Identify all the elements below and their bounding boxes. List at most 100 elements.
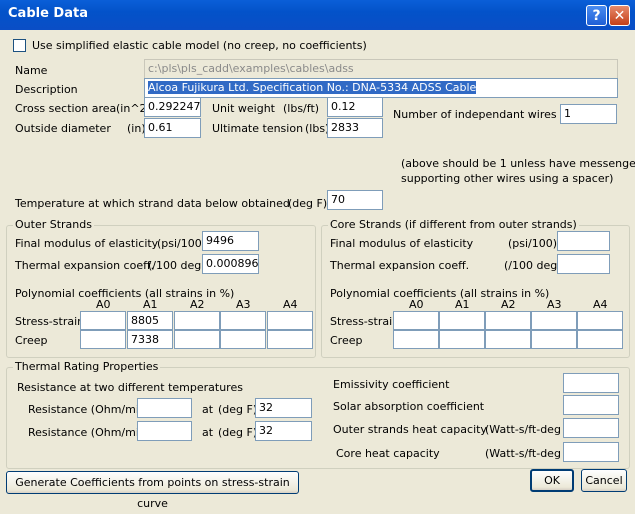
outer-modulus-label: Final modulus of elasticity xyxy=(15,237,159,250)
description-label: Description xyxy=(15,83,78,96)
outer-heat-capacity-field[interactable] xyxy=(563,418,619,438)
outer-strands-title: Outer Strands xyxy=(13,218,94,231)
dialog-body: Use simplified elastic cable model (no c… xyxy=(3,30,635,510)
outer-stress-strain-a4[interactable] xyxy=(267,311,313,330)
core-stress-strain-a1[interactable] xyxy=(439,311,485,330)
outer-stress-strain-a2[interactable] xyxy=(174,311,220,330)
ultimate-tension-field[interactable]: 2833 xyxy=(327,118,383,138)
resistance1-at: at xyxy=(202,403,214,416)
resistance2-field[interactable] xyxy=(137,421,192,441)
core-creep-a0[interactable] xyxy=(393,330,439,349)
core-modulus-unit: (psi/100) xyxy=(508,237,558,250)
help-button[interactable]: ? xyxy=(586,5,607,26)
core-strands-group: Core Strands (if different from outer st… xyxy=(321,218,630,358)
name-field: c:\pls\pls_cadd\examples\cables\adss xyxy=(144,59,618,79)
outer-stress-strain-a3[interactable] xyxy=(220,311,266,330)
cross-section-label: Cross section area xyxy=(15,102,117,115)
core-thermal-unit: (/100 deg) xyxy=(504,259,562,272)
core-heat-capacity-field[interactable] xyxy=(563,442,619,462)
outer-creep-a0[interactable] xyxy=(80,330,126,349)
core-strands-title: Core Strands (if different from outer st… xyxy=(328,218,579,231)
core-stress-strain-label: Stress-strain xyxy=(330,315,400,328)
outer-heat-capacity-unit: (Watt-s/ft-deg F) xyxy=(485,423,576,436)
outer-creep-a4[interactable] xyxy=(267,330,313,349)
core-creep-label: Creep xyxy=(330,334,363,347)
outer-creep-a3[interactable] xyxy=(220,330,266,349)
unit-weight-unit: (lbs/ft) xyxy=(283,102,320,115)
resistance2-label: Resistance (Ohm/mile) xyxy=(28,426,154,439)
outside-diameter-label: Outside diameter xyxy=(15,122,111,135)
core-creep-a2[interactable] xyxy=(485,330,531,349)
core-modulus-label: Final modulus of elasticity xyxy=(330,237,474,250)
cross-section-field[interactable]: 0.292247 xyxy=(144,97,201,117)
outer-stress-strain-a1[interactable]: 8805 xyxy=(127,311,173,330)
outer-thermal-field[interactable]: 0.000896 xyxy=(202,254,259,274)
core-thermal-field[interactable] xyxy=(557,254,610,274)
resistance1-field[interactable] xyxy=(137,398,192,418)
unit-weight-field[interactable]: 0.12 xyxy=(327,97,383,117)
simplified-model-label: Use simplified elastic cable model (no c… xyxy=(32,39,367,52)
core-header-a0: A0 xyxy=(409,298,424,311)
ultimate-tension-label: Ultimate tension xyxy=(212,122,304,135)
description-field[interactable]: Alcoa Fujikura Ltd. Specification No.: D… xyxy=(144,78,618,98)
core-stress-strain-a3[interactable] xyxy=(531,311,577,330)
resistance-title: Resistance at two different temperatures xyxy=(17,381,243,394)
resistance1-unit: (deg F) xyxy=(218,403,258,416)
outer-header-a1: A1 xyxy=(143,298,158,311)
independent-wires-field[interactable]: 1 xyxy=(560,104,617,124)
simplified-model-checkbox[interactable] xyxy=(13,39,26,52)
core-creep-a3[interactable] xyxy=(531,330,577,349)
generate-coefficients-button[interactable]: Generate Coefficients from points on str… xyxy=(6,471,299,510)
outer-header-a4: A4 xyxy=(283,298,298,311)
thermal-rating-title: Thermal Rating Properties xyxy=(13,360,161,373)
core-heat-capacity-unit: (Watt-s/ft-deg F) xyxy=(485,447,576,460)
solar-absorption-field[interactable] xyxy=(563,395,619,415)
temperature-field[interactable]: 70 xyxy=(327,190,383,210)
outside-diameter-field[interactable]: 0.61 xyxy=(144,118,201,138)
outer-header-a2: A2 xyxy=(190,298,205,311)
outer-thermal-unit: (/100 deg) xyxy=(148,259,206,272)
window-title: Cable Data xyxy=(8,6,88,21)
core-stress-strain-a4[interactable] xyxy=(577,311,623,330)
outer-header-a3: A3 xyxy=(236,298,251,311)
resistance1-temp-field[interactable]: 32 xyxy=(255,398,312,418)
outer-modulus-unit: (psi/100) xyxy=(157,237,207,250)
outer-creep-a2[interactable] xyxy=(174,330,220,349)
unit-weight-label: Unit weight xyxy=(212,102,275,115)
core-thermal-label: Thermal expansion coeff. xyxy=(330,259,470,272)
emissivity-field[interactable] xyxy=(563,373,619,393)
core-header-a4: A4 xyxy=(593,298,608,311)
close-button[interactable]: ✕ xyxy=(609,5,630,26)
outside-diameter-unit: (in) xyxy=(127,122,146,135)
core-header-a2: A2 xyxy=(501,298,516,311)
outer-creep-label: Creep xyxy=(15,334,48,347)
independent-wires-label: Number of independant wires xyxy=(393,108,557,121)
outer-modulus-field[interactable]: 9496 xyxy=(202,231,259,251)
ok-button[interactable]: OK xyxy=(530,469,574,492)
outer-creep-a1[interactable]: 7338 xyxy=(127,330,173,349)
core-stress-strain-a0[interactable] xyxy=(393,311,439,330)
core-poly-label: Polynomial coefficients (all strains in … xyxy=(330,287,550,300)
outer-heat-capacity-label: Outer strands heat capacity xyxy=(333,423,487,436)
thermal-rating-group: Thermal Rating Properties Resistance at … xyxy=(6,360,630,469)
core-creep-a1[interactable] xyxy=(439,330,485,349)
core-stress-strain-a2[interactable] xyxy=(485,311,531,330)
outer-header-a0: A0 xyxy=(96,298,111,311)
core-heat-capacity-label: Core heat capacity xyxy=(336,447,440,460)
cancel-button[interactable]: Cancel xyxy=(581,469,627,492)
emissivity-label: Emissivity coefficient xyxy=(333,378,450,391)
resistance2-temp-field[interactable]: 32 xyxy=(255,421,312,441)
wires-note-line2: supporting other wires using a spacer) xyxy=(401,172,614,185)
outer-stress-strain-a0[interactable] xyxy=(80,311,126,330)
name-label: Name xyxy=(15,64,48,77)
temperature-unit: (deg F) xyxy=(288,197,328,210)
core-modulus-field[interactable] xyxy=(557,231,610,251)
title-bar: Cable Data ? ✕ xyxy=(0,0,635,30)
description-value: Alcoa Fujikura Ltd. Specification No.: D… xyxy=(148,81,477,94)
outer-stress-strain-label: Stress-strain xyxy=(15,315,85,328)
resistance2-at: at xyxy=(202,426,214,439)
wires-note-line1: (above should be 1 unless have messenger xyxy=(401,157,635,170)
core-creep-a4[interactable] xyxy=(577,330,623,349)
core-header-a3: A3 xyxy=(547,298,562,311)
outer-thermal-label: Thermal expansion coeff. xyxy=(15,259,155,272)
